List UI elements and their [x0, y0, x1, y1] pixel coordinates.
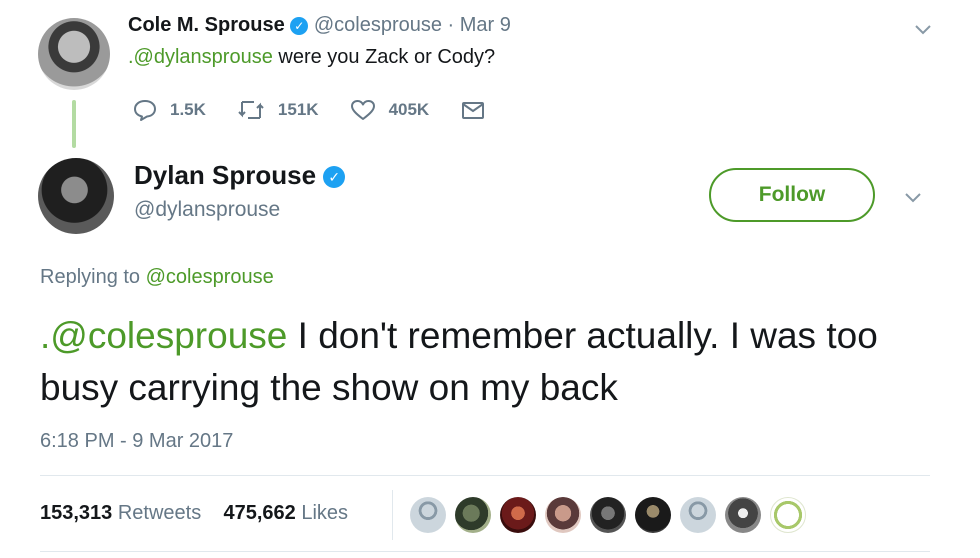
envelope-icon: [462, 102, 485, 119]
parent-handle[interactable]: @colesprouse: [314, 14, 442, 36]
like-total: 475,662: [223, 502, 296, 524]
like-button[interactable]: 405K: [349, 98, 430, 122]
dylan-avatar[interactable]: [38, 158, 114, 234]
parent-date[interactable]: Mar 9: [460, 14, 511, 36]
separator-dot: ·: [447, 14, 460, 36]
liker-avatar[interactable]: [725, 497, 761, 533]
retweet-button[interactable]: 151K: [236, 98, 319, 122]
replying-to-link[interactable]: @colesprouse: [146, 266, 274, 288]
engagement-stats: 153,313 Retweets 475,662 Likes: [40, 502, 348, 525]
main-tweet-text: .@colesprouse I don't remember actually.…: [40, 310, 940, 414]
liker-avatars: [410, 497, 815, 533]
main-mention-link[interactable]: .@colesprouse: [40, 315, 287, 356]
main-handle[interactable]: @dylansprouse: [134, 198, 280, 222]
reply-count: 1.5K: [170, 100, 206, 119]
parent-author-line: Cole M. Sprouse ✓ @colesprouse · Mar 9: [128, 14, 511, 37]
main-author-name[interactable]: Dylan Sprouse: [134, 160, 316, 190]
chevron-down-icon[interactable]: [912, 18, 934, 40]
heart-icon: [350, 100, 375, 120]
follow-button[interactable]: Follow: [709, 168, 875, 222]
main-author-name-line: Dylan Sprouse ✓: [134, 160, 346, 191]
replying-to-prefix: Replying to: [40, 266, 146, 288]
thread-connector: [72, 100, 76, 148]
parent-mention-link[interactable]: .@dylansprouse: [128, 46, 273, 68]
liker-avatar[interactable]: [500, 497, 536, 533]
likes-label: Likes: [301, 502, 349, 524]
like-count: 405K: [388, 100, 430, 119]
liker-avatar[interactable]: [635, 497, 671, 533]
parent-action-bar: 1.5K 151K 405K: [132, 96, 529, 124]
parent-author-name[interactable]: Cole M. Sprouse: [128, 14, 285, 36]
likes-stat[interactable]: 475,662 Likes: [223, 502, 348, 524]
stats-separator: [392, 490, 393, 540]
liker-avatar[interactable]: [545, 497, 581, 533]
retweet-icon: [238, 101, 264, 119]
liker-avatar-default[interactable]: [410, 497, 446, 533]
cole-avatar[interactable]: [38, 18, 110, 90]
retweet-total: 153,313: [40, 502, 113, 524]
retweets-label: Retweets: [117, 502, 202, 524]
verified-badge-icon: ✓: [323, 166, 346, 189]
replying-to-line: Replying to @colesprouse: [40, 266, 274, 289]
retweets-stat[interactable]: 153,313 Retweets: [40, 502, 201, 524]
parent-text-body: were you Zack or Cody?: [272, 46, 496, 68]
liker-avatar[interactable]: [455, 497, 491, 533]
liker-avatar-wreath[interactable]: [770, 497, 806, 533]
liker-avatar[interactable]: [590, 497, 626, 533]
liker-avatar-default[interactable]: [680, 497, 716, 533]
parent-tweet-text: .@dylansprouse were you Zack or Cody?: [128, 46, 495, 69]
direct-message-button[interactable]: [459, 98, 499, 122]
chevron-down-icon[interactable]: [902, 186, 924, 208]
verified-badge-icon: ✓: [290, 16, 309, 35]
reply-icon: [134, 100, 156, 121]
divider-bottom: [40, 551, 930, 552]
reply-button[interactable]: 1.5K: [132, 98, 206, 122]
divider-top: [40, 475, 930, 476]
tweet-timestamp[interactable]: 6:18 PM - 9 Mar 2017: [40, 430, 233, 453]
retweet-count: 151K: [277, 100, 319, 119]
